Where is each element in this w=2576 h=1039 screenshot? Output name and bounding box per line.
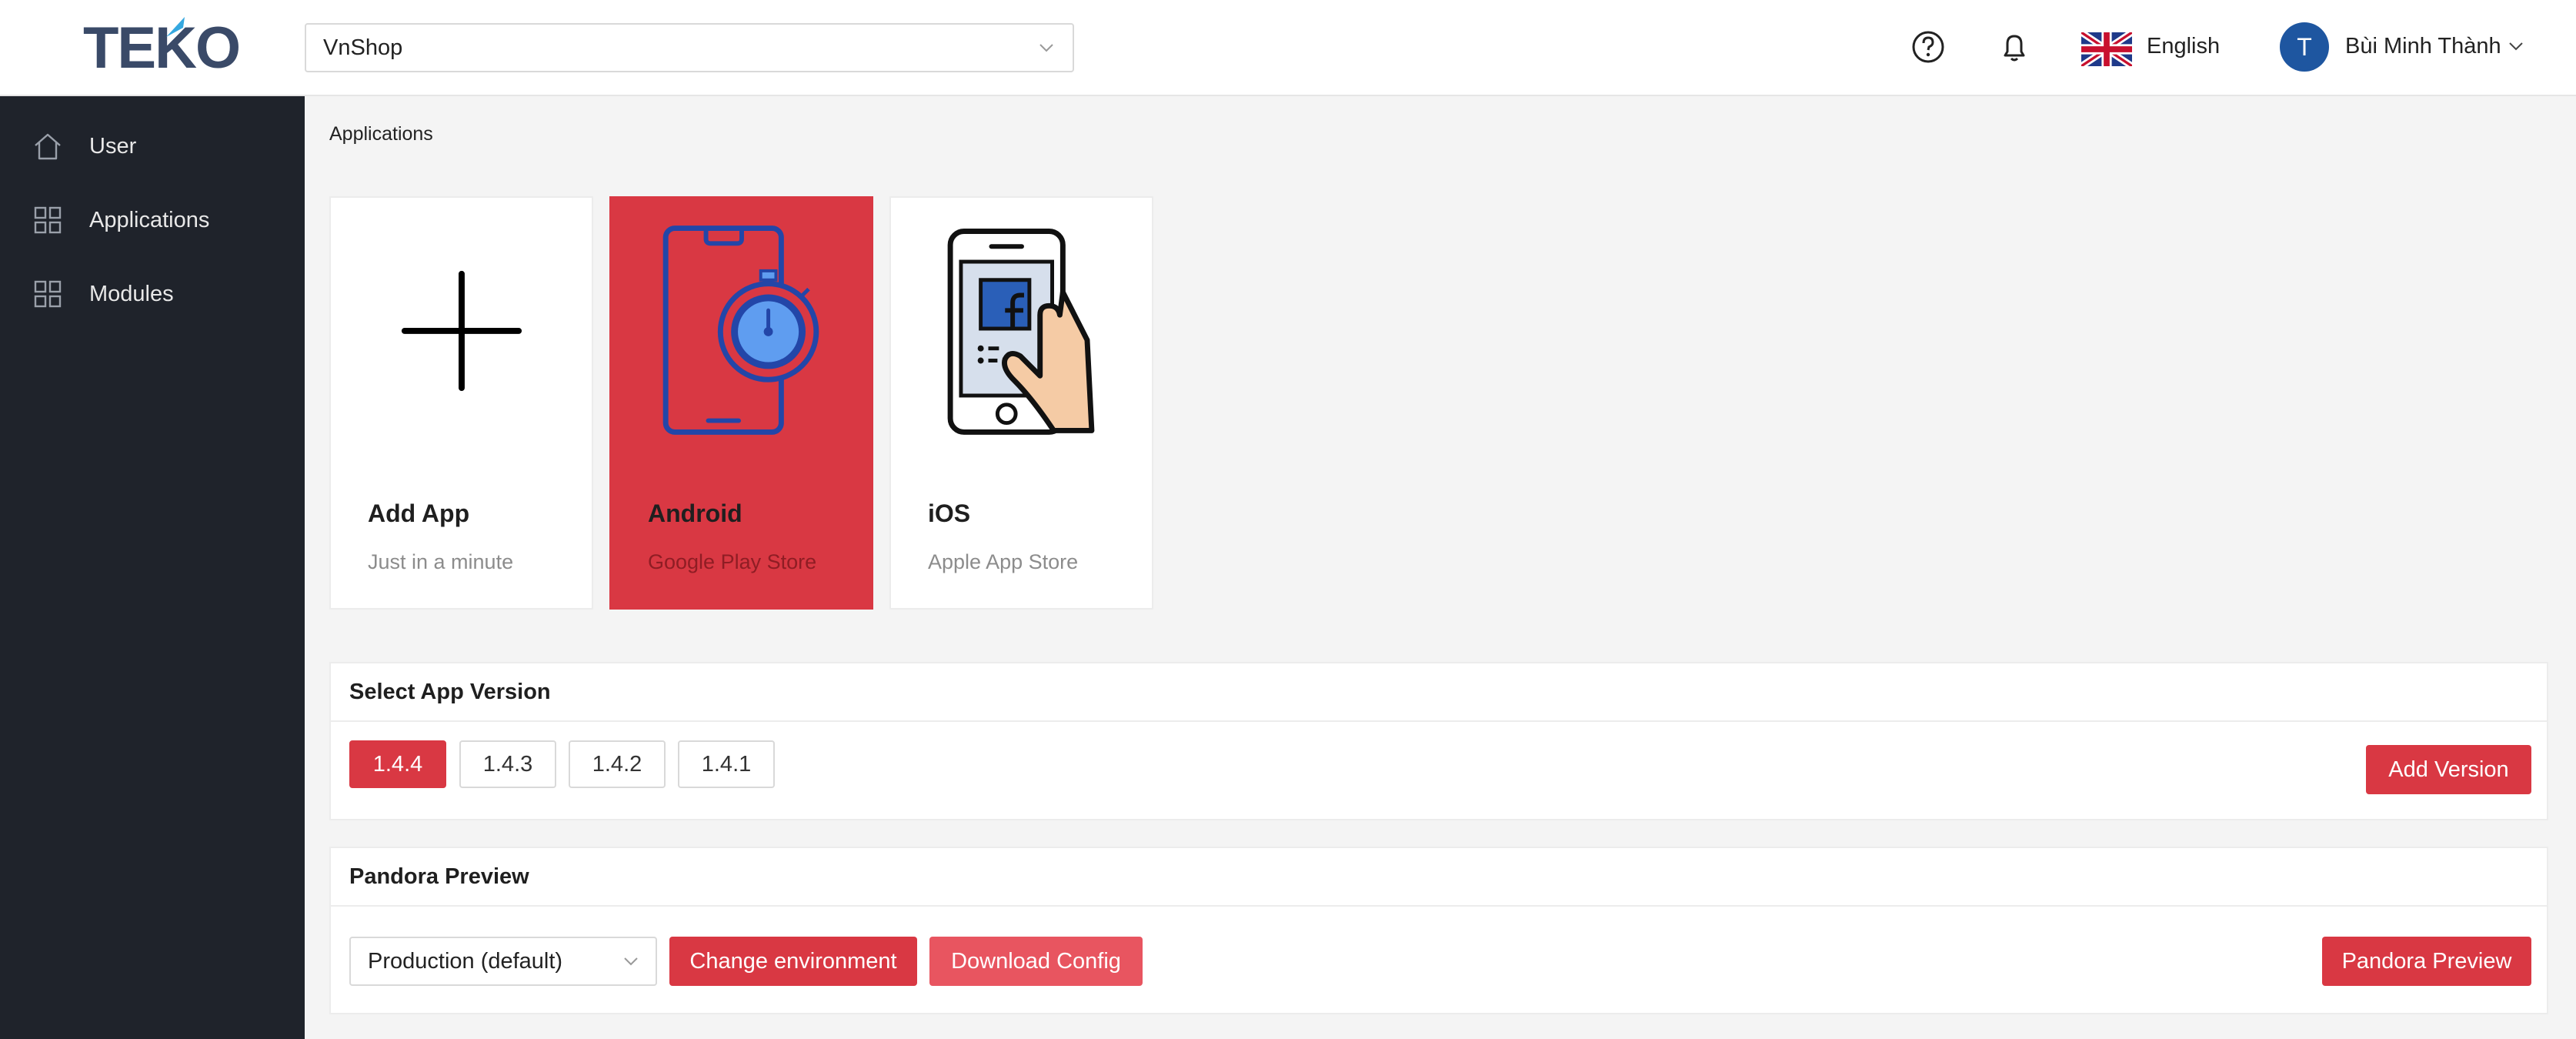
version-button-1-4-2[interactable]: 1.4.2 [569, 740, 666, 788]
bell-icon[interactable] [1997, 29, 2032, 65]
help-icon[interactable] [1910, 29, 1946, 65]
app-card-android[interactable]: Android Google Play Store [609, 196, 873, 610]
card-title: Android [648, 499, 742, 527]
app-card-ios[interactable]: iOS Apple App Store [889, 196, 1153, 610]
card-subtitle: Apple App Store [928, 550, 1079, 573]
breadcrumb: Applications [329, 123, 433, 145]
environment-select-value: Production (default) [368, 948, 563, 974]
sidebar-item-modules[interactable]: Modules [0, 259, 305, 329]
home-icon [35, 133, 61, 160]
card-subtitle: Just in a minute [368, 550, 514, 573]
card-title: Add App [368, 499, 470, 527]
language-selector[interactable]: English [2147, 34, 2220, 59]
chevron-down-icon [624, 957, 638, 966]
version-button-1-4-4[interactable]: 1.4.4 [349, 740, 446, 788]
sidebar-item-label: Modules [89, 281, 174, 306]
sidebar-item-user[interactable]: User [0, 112, 305, 181]
grid-icon [34, 206, 62, 234]
version-button-1-4-1[interactable]: 1.4.1 [678, 740, 775, 788]
sidebar: User Applications Modules [0, 96, 305, 1039]
app-card-add[interactable]: Add App Just in a minute [329, 196, 593, 610]
panel-title: Pandora Preview [331, 848, 2547, 907]
android-phone-stopwatch-icon [662, 226, 819, 435]
pandora-preview-panel: Pandora Preview Production (default) Cha… [329, 847, 2548, 1014]
shop-selector-value: VnShop [323, 35, 403, 60]
panel-title: Select App Version [331, 663, 2547, 722]
sidebar-item-applications[interactable]: Applications [0, 185, 305, 255]
chevron-down-icon[interactable] [2507, 37, 2525, 55]
app-version-panel: Select App Version 1.4.4 1.4.3 1.4.2 1.4… [329, 662, 2548, 820]
plus-icon [401, 270, 522, 392]
pandora-preview-button[interactable]: Pandora Preview [2322, 937, 2531, 986]
card-subtitle: Google Play Store [648, 550, 817, 573]
sidebar-item-label: User [89, 133, 137, 159]
iphone-hand-facebook-icon [947, 229, 1095, 435]
grid-icon [34, 280, 62, 308]
download-config-button[interactable]: Download Config [929, 937, 1143, 986]
user-name[interactable]: Bùi Minh Thành [2345, 34, 2501, 59]
shop-selector[interactable]: VnShop [305, 23, 1074, 72]
sidebar-item-label: Applications [89, 207, 210, 232]
version-button-1-4-3[interactable]: 1.4.3 [459, 740, 556, 788]
uk-flag-icon[interactable] [2081, 32, 2132, 66]
chevron-down-icon [1039, 44, 1053, 52]
card-title: iOS [928, 499, 971, 527]
top-header: TEKO VnShop English T Bùi Minh Thành [0, 0, 2576, 96]
svg-text:TEKO: TEKO [83, 15, 239, 75]
avatar[interactable]: T [2280, 22, 2329, 72]
teko-logo[interactable]: TEKO [83, 14, 245, 75]
change-environment-button[interactable]: Change environment [669, 937, 917, 986]
environment-select[interactable]: Production (default) [349, 937, 657, 986]
add-version-button[interactable]: Add Version [2366, 745, 2531, 794]
